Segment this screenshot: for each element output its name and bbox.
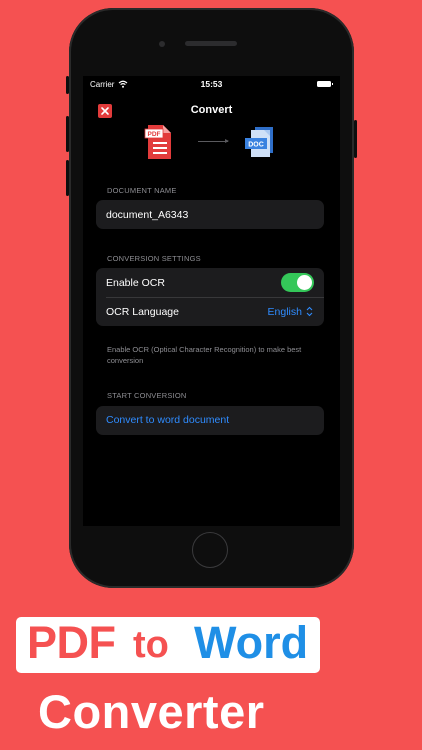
- ocr-language-row[interactable]: OCR Language English: [96, 297, 324, 326]
- status-time: 15:53: [200, 79, 223, 89]
- pdf-badge-label: PDF: [148, 131, 161, 138]
- battery-icon: [317, 81, 333, 87]
- conversion-arrow: [198, 139, 229, 143]
- convert-button[interactable]: Convert to word document: [96, 406, 324, 435]
- phone-frame: Carrier 15:53 Convert PDF DOC DOCUMENT N…: [66, 8, 357, 588]
- promo-to-text: to: [133, 624, 169, 666]
- enable-ocr-toggle[interactable]: [281, 273, 314, 292]
- doc-badge-label: DOC: [248, 142, 264, 149]
- convert-button-label[interactable]: Convert to word document: [106, 414, 229, 426]
- earpiece-speaker: [185, 41, 237, 46]
- volume-down-button: [66, 160, 69, 196]
- enable-ocr-label: Enable OCR: [106, 277, 165, 289]
- conversion-settings-header: CONVERSION SETTINGS: [107, 254, 201, 263]
- app-screen: Carrier 15:53 Convert PDF DOC DOCUMENT N…: [83, 76, 340, 526]
- toggle-knob: [297, 275, 312, 290]
- pdf-file-icon: PDF: [144, 125, 171, 159]
- volume-up-button: [66, 116, 69, 152]
- document-name-field[interactable]: document_A6343: [96, 200, 324, 229]
- promo-word-text: Word: [194, 617, 309, 668]
- start-conversion-header: START CONVERSION: [107, 391, 187, 400]
- mute-switch: [66, 76, 69, 94]
- promo-pdf-text: PDF: [27, 617, 116, 668]
- conversion-settings-group: Enable OCR OCR Language English: [96, 268, 324, 326]
- home-button[interactable]: [192, 532, 228, 568]
- ocr-language-value[interactable]: English: [268, 306, 302, 318]
- front-camera: [159, 41, 165, 47]
- nav-title: Convert: [190, 104, 233, 116]
- status-bar: Carrier 15:53: [83, 76, 340, 96]
- document-name-value[interactable]: document_A6343: [106, 209, 188, 221]
- ocr-footnote: Enable OCR (Optical Character Recognitio…: [107, 345, 302, 365]
- document-name-header: DOCUMENT NAME: [107, 186, 177, 195]
- document-name-group: document_A6343: [96, 200, 324, 229]
- ocr-language-label: OCR Language: [106, 306, 179, 318]
- promo-converter-text: Converter: [38, 685, 265, 738]
- power-button: [354, 120, 357, 158]
- start-conversion-group: Convert to word document: [96, 406, 324, 435]
- doc-file-icon: DOC: [245, 127, 273, 157]
- chevron-up-down-icon: [306, 306, 313, 317]
- enable-ocr-row: Enable OCR: [96, 268, 324, 297]
